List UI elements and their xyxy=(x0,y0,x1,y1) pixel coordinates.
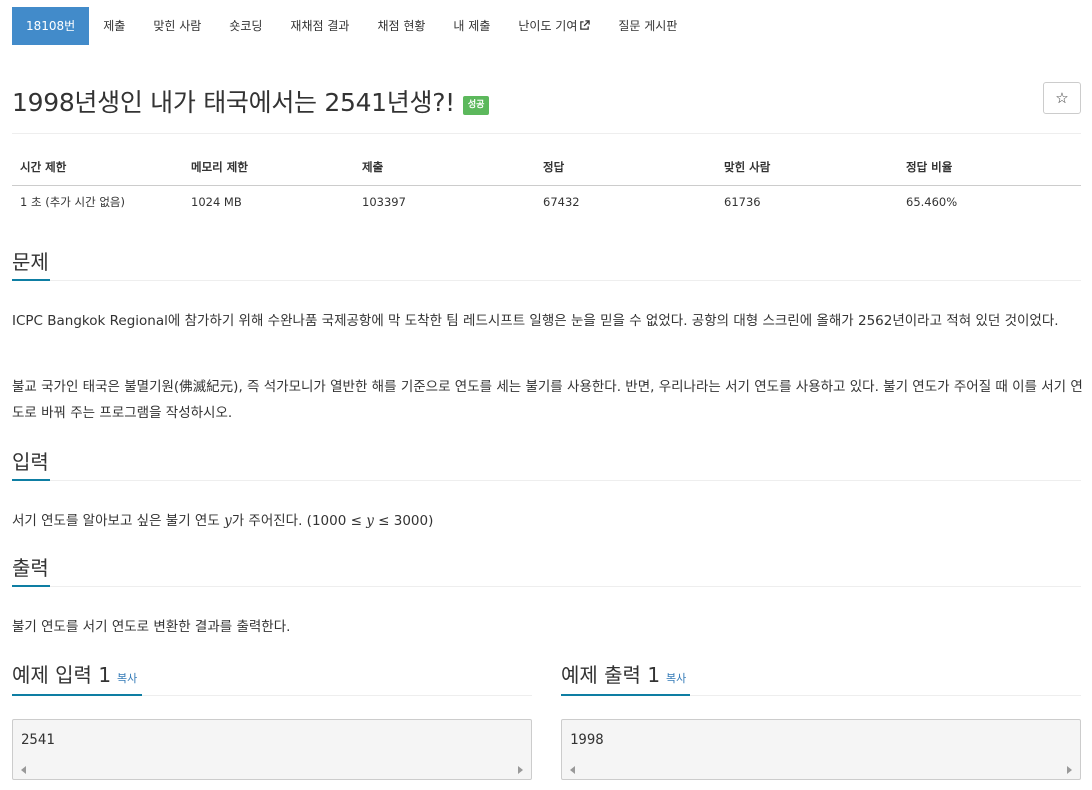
cell-memory-limit: 1024 MB xyxy=(191,194,242,209)
sample-input-text: 2541 xyxy=(21,732,55,748)
header-accept-ratio: 정답 비율 xyxy=(898,150,1081,186)
sample-output-box[interactable]: 1998 xyxy=(561,719,1081,780)
problem-section-header: 문제 xyxy=(12,248,1081,281)
cell-solved-users: 61736 xyxy=(724,194,761,209)
problem-info-table: 시간 제한 메모리 제한 제출 정답 맞힌 사람 정답 비율 1 초 (추가 시… xyxy=(12,150,1081,218)
nav-difficulty-label: 난이도 기여 xyxy=(518,19,578,33)
nav-rejudge-results[interactable]: 재채점 결과 xyxy=(276,7,363,45)
page-title-row: 1998년생인 내가 태국에서는 2541년생?! 성공 xyxy=(12,84,490,118)
status-badge: 성공 xyxy=(462,95,490,115)
problem-description-2: 불교 국가인 태국은 불멸기원(佛滅紀元), 즉 석가모니가 열반한 해를 기준… xyxy=(12,379,1083,421)
scroll-right-icon[interactable] xyxy=(518,766,523,774)
cell-accepted: 67432 xyxy=(543,194,580,209)
copy-input-link[interactable]: 복사 xyxy=(117,672,137,685)
input-heading: 입력 xyxy=(12,448,50,481)
problem-description-1: ICPC Bangkok Regional에 참가하기 위해 수완나품 국제공항… xyxy=(12,313,1059,329)
nav-problem-number[interactable]: 18108번 xyxy=(12,7,90,45)
nav-question-board[interactable]: 질문 게시판 xyxy=(604,7,691,45)
scroll-right-icon[interactable] xyxy=(1067,766,1072,774)
star-button[interactable]: ☆ xyxy=(1043,82,1081,114)
nav-difficulty-contribution[interactable]: 난이도 기여 xyxy=(504,7,604,45)
external-link-icon xyxy=(580,20,591,30)
header-accepted: 정답 xyxy=(535,150,716,186)
nav-solved-users[interactable]: 맞힌 사람 xyxy=(139,7,215,45)
sample-output-heading: 예제 출력 1 복사 xyxy=(561,663,687,687)
header-time-limit: 시간 제한 xyxy=(12,150,183,186)
header-memory-limit: 메모리 제한 xyxy=(183,150,354,186)
nav-short-coding[interactable]: 숏코딩 xyxy=(215,7,276,45)
problem-heading: 문제 xyxy=(12,248,50,281)
page-title: 1998년생인 내가 태국에서는 2541년생?! xyxy=(12,88,455,117)
sample-input-header: 예제 입력 1 복사 xyxy=(12,660,532,696)
copy-output-link[interactable]: 복사 xyxy=(666,672,686,685)
scroll-left-icon[interactable] xyxy=(21,766,26,774)
horizontal-scrollbar[interactable] xyxy=(562,762,1080,779)
horizontal-scrollbar[interactable] xyxy=(13,762,531,779)
sample-input-heading: 예제 입력 1 복사 xyxy=(12,663,138,687)
header-solved-users: 맞힌 사람 xyxy=(716,150,898,186)
nav-judge-status[interactable]: 채점 현황 xyxy=(363,7,439,45)
output-section-header: 출력 xyxy=(12,554,1081,587)
cell-submissions: 103397 xyxy=(362,194,406,209)
header-submissions: 제출 xyxy=(354,150,535,186)
title-divider xyxy=(12,133,1081,134)
output-description: 불기 연도를 서기 연도로 변환한 결과를 출력한다. xyxy=(12,619,291,635)
scroll-left-icon[interactable] xyxy=(570,766,575,774)
cell-accept-ratio: 65.460% xyxy=(906,194,958,209)
sample-input-box[interactable]: 2541 xyxy=(12,719,532,780)
nav-submit[interactable]: 제출 xyxy=(89,7,139,45)
table-header-row: 시간 제한 메모리 제한 제출 정답 맞힌 사람 정답 비율 xyxy=(12,150,1081,186)
problem-nav: 18108번 제출 맞힌 사람 숏코딩 재채점 결과 채점 현황 내 제출 난이… xyxy=(12,7,691,45)
input-description: 서기 연도를 알아보고 싶은 불기 연도 y가 주어진다. (1000 ≤ y … xyxy=(12,513,434,529)
nav-my-submissions[interactable]: 내 제출 xyxy=(439,7,504,45)
star-icon: ☆ xyxy=(1055,89,1069,107)
sample-output-text: 1998 xyxy=(570,732,604,748)
cell-time-limit: 1 초 (추가 시간 없음) xyxy=(20,194,125,209)
output-heading: 출력 xyxy=(12,554,50,587)
input-section-header: 입력 xyxy=(12,448,1081,481)
table-row: 1 초 (추가 시간 없음) 1024 MB 103397 67432 6173… xyxy=(12,185,1081,218)
sample-output-header: 예제 출력 1 복사 xyxy=(561,660,1081,696)
